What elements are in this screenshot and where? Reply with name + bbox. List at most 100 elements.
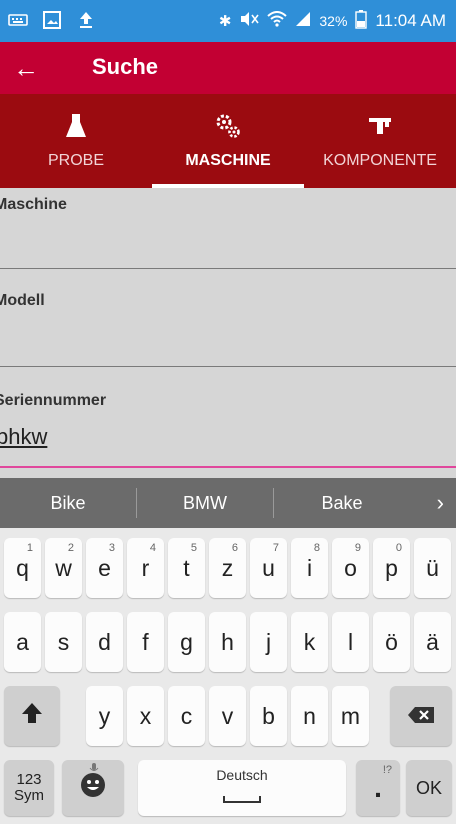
keyboard-notification-icon — [8, 10, 28, 30]
key-label: n — [303, 702, 316, 729]
key-number-hint: 6 — [231, 542, 238, 554]
battery-icon — [355, 9, 368, 33]
key-label: ä — [426, 628, 439, 655]
key-label: q — [16, 554, 29, 581]
ok-key[interactable]: OK — [406, 760, 452, 816]
key-number-hint: 3 — [108, 542, 115, 554]
key-label: g — [180, 628, 193, 655]
modell-field[interactable]: Modell — [0, 286, 456, 370]
key-label: ö — [385, 628, 398, 655]
space-key[interactable]: Deutsch — [138, 760, 346, 816]
emoji-key[interactable] — [62, 760, 124, 816]
key-v[interactable]: v — [209, 686, 246, 746]
shift-key[interactable] — [4, 686, 60, 746]
key-label: z — [221, 554, 234, 581]
key-x[interactable]: x — [127, 686, 164, 746]
key-o[interactable]: o9 — [332, 538, 369, 598]
wifi-icon — [267, 11, 288, 31]
key-e[interactable]: e3 — [86, 538, 123, 598]
key-h[interactable]: h — [209, 612, 246, 672]
key-label: j — [265, 628, 272, 655]
period-key[interactable]: !? . — [356, 760, 400, 816]
key-f[interactable]: f — [127, 612, 164, 672]
key-label: t — [183, 554, 190, 581]
maschine-label: Maschine — [0, 196, 67, 213]
key-b[interactable]: b — [250, 686, 287, 746]
key-c[interactable]: c — [168, 686, 205, 746]
seriennummer-field[interactable]: Seriennummer bhkw — [0, 384, 456, 474]
tab-komponente-label: KOMPONENTE — [323, 152, 437, 169]
key-m[interactable]: m — [332, 686, 369, 746]
status-bar-notifications — [8, 10, 96, 30]
key-y[interactable]: y — [86, 686, 123, 746]
tab-probe[interactable]: PROBE — [0, 94, 152, 188]
key-q[interactable]: q1 — [4, 538, 41, 598]
modell-label: Modell — [0, 292, 45, 309]
key-r[interactable]: r4 — [127, 538, 164, 598]
upload-notification-icon — [76, 10, 96, 30]
symbols-key-label-1: 123 — [16, 771, 42, 788]
microphone-hint-icon — [88, 762, 100, 777]
key-label: d — [98, 628, 111, 655]
key-label: u — [262, 554, 275, 581]
key-label: m — [340, 702, 361, 729]
space-key-label: Deutsch — [216, 766, 268, 783]
key-j[interactable]: j — [250, 612, 287, 672]
battery-percent: 32% — [319, 13, 348, 29]
key-label: f — [142, 628, 149, 655]
key-t[interactable]: t5 — [168, 538, 205, 598]
mute-icon — [239, 11, 260, 31]
ok-key-label: OK — [415, 777, 442, 798]
key-label: l — [347, 628, 354, 655]
key-ä[interactable]: ä — [414, 612, 451, 672]
key-u[interactable]: u7 — [250, 538, 287, 598]
key-number-hint: 8 — [313, 542, 320, 554]
key-number-hint: 7 — [272, 542, 279, 554]
key-k[interactable]: k — [291, 612, 328, 672]
key-number-hint: 0 — [395, 542, 402, 554]
suggestion-3[interactable]: Bake — [274, 478, 410, 528]
bluetooth-icon: ✱ — [218, 13, 232, 30]
tab-maschine-label: MASCHINE — [185, 152, 271, 169]
key-label: v — [221, 702, 234, 729]
key-d[interactable]: d — [86, 612, 123, 672]
key-number-hint: 2 — [67, 542, 74, 554]
status-bar: ✱ 32% 11:04 AM — [0, 0, 456, 42]
back-button[interactable]: ← — [10, 52, 42, 84]
period-key-label: . — [374, 772, 382, 803]
key-z[interactable]: z6 — [209, 538, 246, 598]
clock: 11:04 AM — [375, 11, 446, 30]
maschine-field[interactable]: Maschine — [0, 188, 456, 272]
key-number-hint: 1 — [26, 542, 33, 554]
page-title: Suche — [92, 54, 159, 79]
space-bar-icon — [222, 783, 262, 810]
suggestion-bar: Bike BMW Bake › — [0, 478, 456, 528]
key-p[interactable]: p0 — [373, 538, 410, 598]
suggestion-2[interactable]: BMW — [137, 478, 273, 528]
key-l[interactable]: l — [332, 612, 369, 672]
tab-komponente[interactable]: KOMPONENTE — [304, 94, 456, 188]
key-label: r — [141, 554, 150, 581]
key-w[interactable]: w2 — [45, 538, 82, 598]
seriennummer-input[interactable]: bhkw — [0, 424, 47, 450]
suggestion-1[interactable]: Bike — [0, 478, 136, 528]
key-label: h — [221, 628, 234, 655]
tab-maschine[interactable]: MASCHINE — [152, 94, 304, 188]
signal-icon — [295, 11, 311, 31]
backspace-key[interactable] — [390, 686, 452, 746]
flask-icon — [65, 112, 87, 140]
key-ü[interactable]: ü — [414, 538, 451, 598]
key-label: s — [57, 628, 70, 655]
key-n[interactable]: n — [291, 686, 328, 746]
status-bar-system: ✱ 32% 11:04 AM — [219, 0, 446, 42]
chevron-right-icon[interactable]: › — [437, 490, 444, 516]
key-label: i — [306, 554, 313, 581]
key-a[interactable]: a — [4, 612, 41, 672]
key-i[interactable]: i8 — [291, 538, 328, 598]
key-g[interactable]: g — [168, 612, 205, 672]
symbols-key-label-2: Sym — [14, 787, 44, 804]
key-s[interactable]: s — [45, 612, 82, 672]
symbols-key[interactable]: 123 Sym — [4, 760, 54, 816]
key-number-hint: 5 — [190, 542, 197, 554]
key-ö[interactable]: ö — [373, 612, 410, 672]
